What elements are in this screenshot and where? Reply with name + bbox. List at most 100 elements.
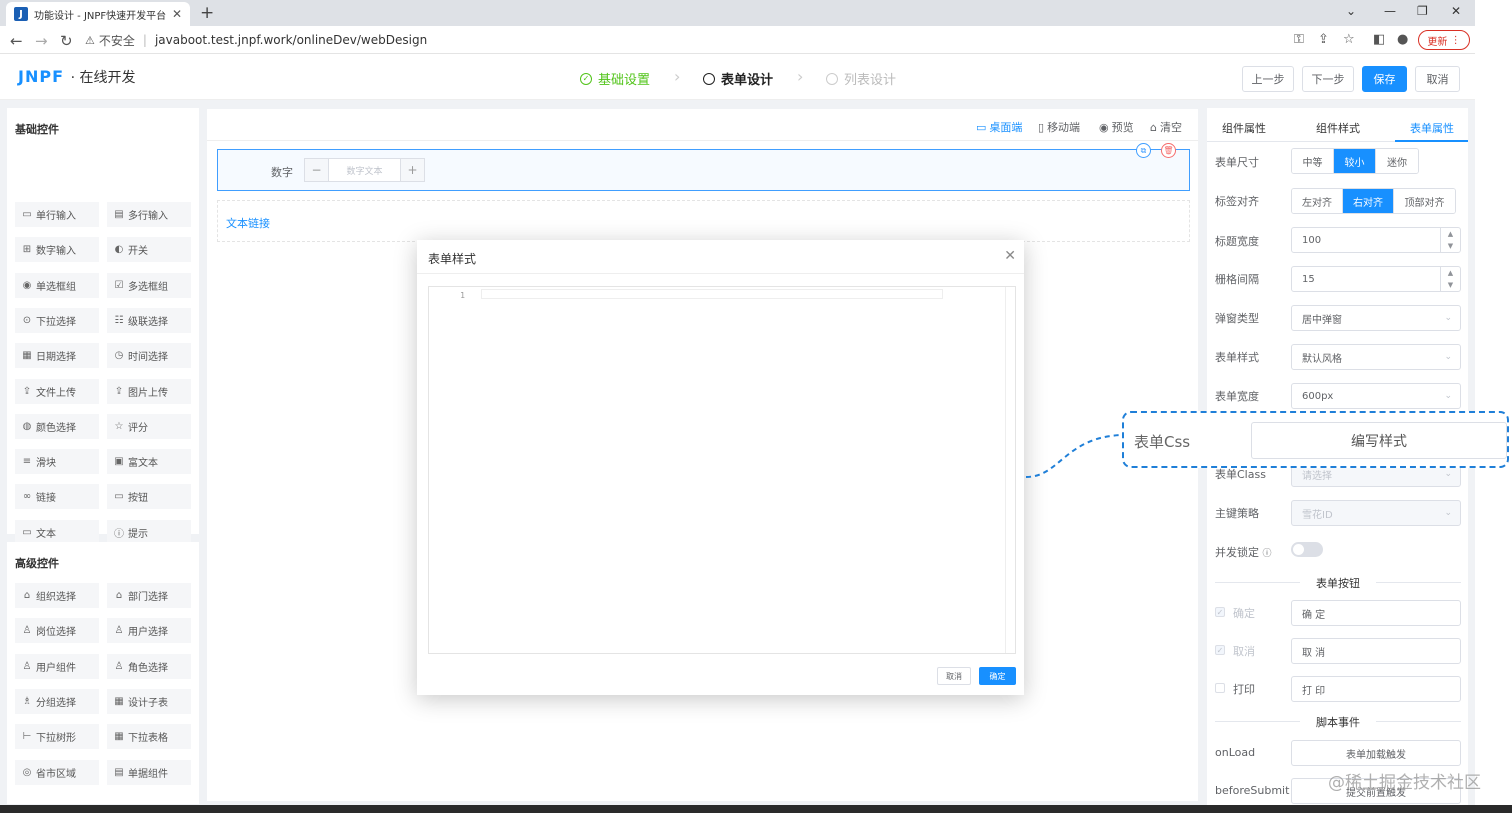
cancel-text-input[interactable]: 取 消 xyxy=(1291,638,1461,664)
palette-item-advanced-5[interactable]: ♙ 角色选择 xyxy=(107,653,191,679)
pk-strategy-select[interactable]: 雪花ID ⌄ xyxy=(1291,500,1461,526)
palette-item-basic-9[interactable]: ◷ 时间选择 xyxy=(107,343,191,369)
palette-item-advanced-0[interactable]: ⌂ 组织选择 xyxy=(15,583,99,608)
reload-icon[interactable]: ↻ xyxy=(60,32,73,50)
palette-item-basic-6[interactable]: ⊙ 下拉选择 xyxy=(15,307,99,333)
selected-number-field[interactable]: 数字 − 数字文本 + xyxy=(217,149,1190,191)
next-step-button[interactable]: 下一步 xyxy=(1302,66,1354,92)
save-button[interactable]: 保存 xyxy=(1362,66,1407,92)
palette-item-advanced-10[interactable]: ◎ 省市区域 xyxy=(15,759,99,785)
palette-item-advanced-2[interactable]: ♙ 岗位选择 xyxy=(15,618,99,644)
palette-item-basic-3[interactable]: ◐ 开关 xyxy=(107,237,191,263)
url-field[interactable]: ⚠ 不安全 | javaboot.test.jnpf.work/onlineDe… xyxy=(85,29,1365,51)
palette-item-basic-16[interactable]: ∞ 链接 xyxy=(15,484,99,510)
palette-item-basic-5[interactable]: ☑ 多选框组 xyxy=(107,272,191,298)
link-field[interactable]: 文本链接 xyxy=(217,200,1190,242)
confirm-checkbox[interactable]: ✓ xyxy=(1215,607,1225,617)
form-style-select[interactable]: 默认风格 ⌄ xyxy=(1291,344,1461,370)
window-close-icon[interactable]: ✕ xyxy=(1451,4,1461,18)
palette-item-advanced-4[interactable]: ♙ 用户组件 xyxy=(15,653,99,679)
palette-item-basic-18[interactable]: ▭ 文本 xyxy=(15,519,99,545)
gutter-input[interactable]: 15 ▲ ▼ xyxy=(1291,266,1461,292)
title-width-stepper[interactable]: ▲ ▼ xyxy=(1440,228,1460,252)
palette-item-advanced-9[interactable]: ▦ 下拉表格 xyxy=(107,724,191,750)
palette-item-basic-11[interactable]: ⇪ 图片上传 xyxy=(107,378,191,404)
clear-button[interactable]: ⌂ 清空 xyxy=(1150,119,1182,135)
share-icon[interactable]: ⇪ xyxy=(1318,32,1329,47)
editor-scrollbar[interactable] xyxy=(1005,287,1015,653)
palette-item-basic-15[interactable]: ▣ 富文本 xyxy=(107,449,191,475)
maximize-icon[interactable]: ❐ xyxy=(1417,4,1428,18)
cancel-checkbox[interactable]: ✓ xyxy=(1215,645,1225,655)
browser-tab[interactable]: J 功能设计 - JNPF快速开发平台 ✕ xyxy=(6,2,190,26)
print-checkbox[interactable] xyxy=(1215,683,1225,693)
onload-button[interactable]: 表单加载触发 xyxy=(1291,740,1461,766)
key-icon[interactable]: ⚿ xyxy=(1294,32,1304,47)
profile-icon[interactable]: ● xyxy=(1397,32,1408,47)
number-input[interactable]: − 数字文本 + xyxy=(304,158,425,182)
copy-icon[interactable]: ⧉ xyxy=(1136,143,1151,158)
align-option-right[interactable]: 右对齐 xyxy=(1343,189,1394,213)
css-code-editor[interactable]: 1 xyxy=(428,286,1016,654)
cancel-button[interactable]: 取消 xyxy=(1415,66,1460,92)
forward-icon[interactable]: → xyxy=(35,32,48,50)
palette-item-advanced-11[interactable]: ▤ 单据组件 xyxy=(107,759,191,785)
align-option-top[interactable]: 顶部对齐 xyxy=(1394,189,1455,213)
palette-item-advanced-3[interactable]: ♙ 用户选择 xyxy=(107,618,191,644)
palette-item-basic-17[interactable]: ▭ 按钮 xyxy=(107,484,191,510)
palette-item-basic-0[interactable]: ▭ 单行输入 xyxy=(15,202,99,227)
minus-button[interactable]: − xyxy=(305,159,329,181)
print-text-input[interactable]: 打 印 xyxy=(1291,676,1461,702)
align-segment[interactable]: 左对齐 右对齐 顶部对齐 xyxy=(1291,188,1456,214)
tab-close-icon[interactable]: ✕ xyxy=(172,7,182,21)
back-icon[interactable]: ← xyxy=(10,32,23,50)
palette-item-advanced-1[interactable]: ⌂ 部门选择 xyxy=(107,583,191,608)
text-link[interactable]: 文本链接 xyxy=(226,215,270,231)
tab-component-style[interactable]: 组件样式 xyxy=(1316,120,1360,136)
step-form-design[interactable]: 表单设计 xyxy=(703,69,773,88)
palette-item-basic-7[interactable]: ☷ 级联选择 xyxy=(107,307,191,333)
palette-item-basic-13[interactable]: ☆ 评分 xyxy=(107,413,191,439)
palette-item-basic-8[interactable]: ▦ 日期选择 xyxy=(15,343,99,369)
step-list-design[interactable]: 列表设计 xyxy=(826,69,896,88)
palette-item-advanced-6[interactable]: ♗ 分组选择 xyxy=(15,688,99,714)
palette-item-basic-4[interactable]: ◉ 单选框组 xyxy=(15,272,99,298)
palette-item-basic-12[interactable]: ◍ 颜色选择 xyxy=(15,413,99,439)
palette-item-advanced-7[interactable]: ▦ 设计子表 xyxy=(107,688,191,714)
preview-button[interactable]: ◉ 预览 xyxy=(1099,119,1134,135)
tab-search-icon[interactable]: ⌄ xyxy=(1346,4,1356,18)
palette-item-advanced-8[interactable]: ⊢ 下拉树形 xyxy=(15,724,99,750)
tab-form-props[interactable]: 表单属性 xyxy=(1410,120,1454,136)
minimize-icon[interactable]: — xyxy=(1384,4,1396,18)
size-option-small[interactable]: 较小 xyxy=(1334,149,1376,173)
align-option-left[interactable]: 左对齐 xyxy=(1292,189,1343,213)
palette-item-basic-10[interactable]: ⇪ 文件上传 xyxy=(15,378,99,404)
dialog-cancel-button[interactable]: 取消 xyxy=(937,667,971,685)
update-button[interactable]: 更新 ⋮ xyxy=(1418,30,1470,50)
size-option-medium[interactable]: 中等 xyxy=(1292,149,1334,173)
palette-item-basic-2[interactable]: ⊞ 数字输入 xyxy=(15,237,99,263)
palette-item-basic-19[interactable]: ⓘ 提示 xyxy=(107,519,191,545)
new-tab-icon[interactable]: + xyxy=(200,3,214,23)
bookmark-star-icon[interactable]: ☆ xyxy=(1343,32,1355,47)
size-segment[interactable]: 中等 较小 迷你 xyxy=(1291,148,1419,174)
form-width-select[interactable]: 600px ⌄ xyxy=(1291,383,1461,409)
delete-icon[interactable]: 🗑 xyxy=(1161,143,1176,158)
concurrency-lock-toggle[interactable] xyxy=(1291,542,1323,557)
popup-type-select[interactable]: 居中弹窗 ⌄ xyxy=(1291,305,1461,331)
step-basic-settings[interactable]: ✓ 基础设置 xyxy=(580,69,650,88)
palette-item-basic-14[interactable]: ≡ 滑块 xyxy=(15,449,99,475)
size-option-mini[interactable]: 迷你 xyxy=(1376,149,1418,173)
dialog-close-icon[interactable]: ✕ xyxy=(1004,248,1016,264)
mobile-view-button[interactable]: ▯ 移动端 xyxy=(1038,119,1080,135)
plus-button[interactable]: + xyxy=(400,159,424,181)
desktop-view-button[interactable]: ▭ 桌面端 xyxy=(976,119,1022,135)
title-width-input[interactable]: 100 ▲ ▼ xyxy=(1291,227,1461,253)
confirm-text-input[interactable]: 确 定 xyxy=(1291,600,1461,626)
prev-step-button[interactable]: 上一步 xyxy=(1242,66,1294,92)
palette-item-basic-1[interactable]: ▤ 多行输入 xyxy=(107,202,191,227)
sidepanel-icon[interactable]: ◧ xyxy=(1373,32,1385,47)
help-icon[interactable]: ⓘ xyxy=(1263,549,1272,559)
tab-component-props[interactable]: 组件属性 xyxy=(1222,120,1266,136)
dialog-confirm-button[interactable]: 确定 xyxy=(979,667,1016,685)
